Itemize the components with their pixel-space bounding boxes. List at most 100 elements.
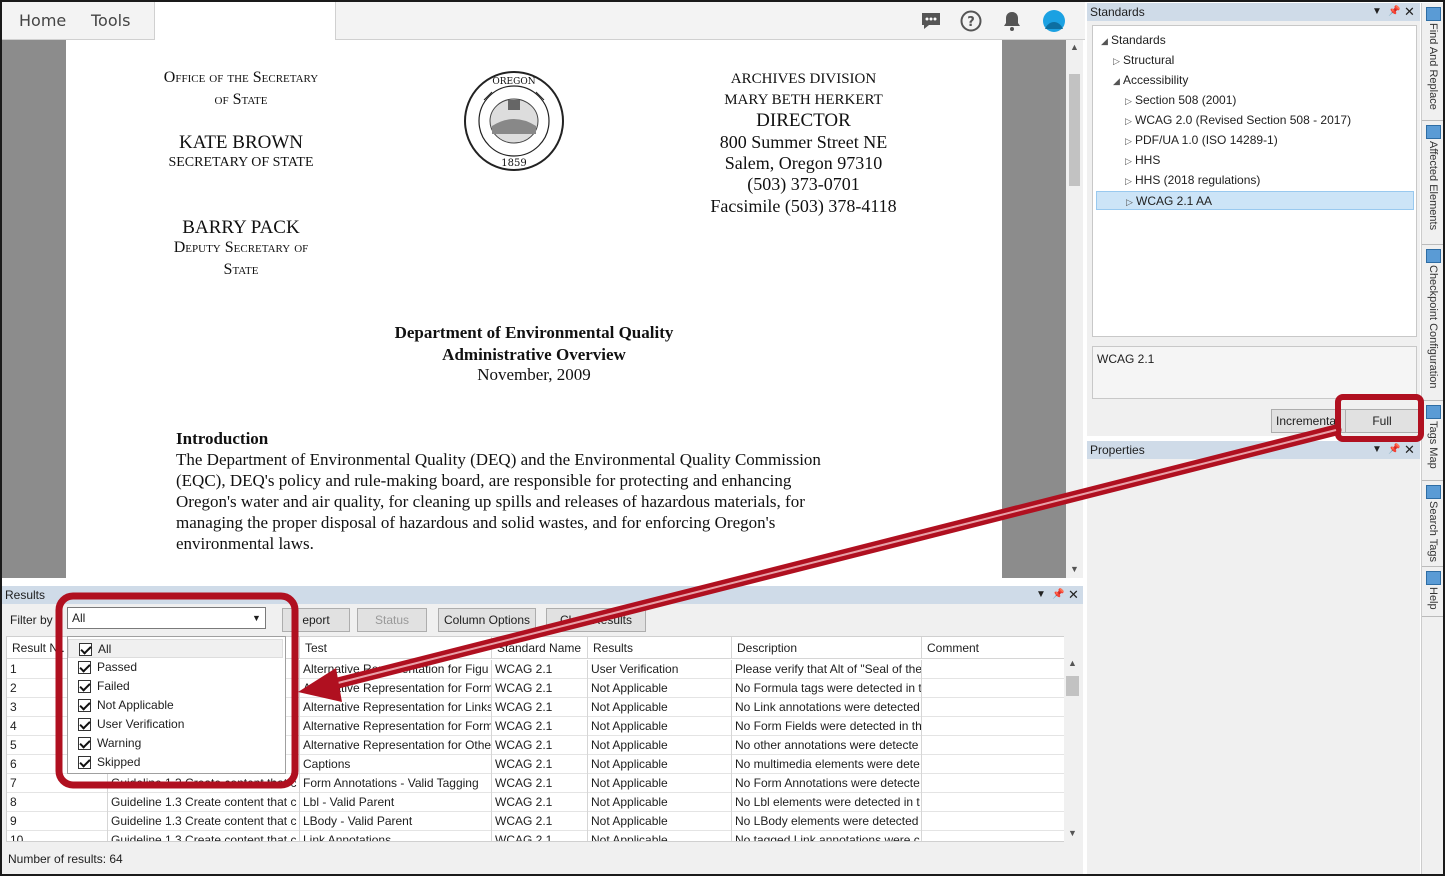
side-tab-strip: Find And Replace Affected Elements Check…	[1421, 3, 1444, 874]
side-tab-find-and-replace[interactable]: Find And Replace	[1422, 3, 1444, 121]
avatar-icon[interactable]	[1042, 9, 1066, 33]
close-icon[interactable]: ✕	[1068, 586, 1079, 604]
filter-option[interactable]: Warning	[68, 734, 283, 753]
document-viewer[interactable]: Office of the Secretary of State KATE BR…	[2, 40, 1066, 578]
side-tab-checkpoint-configuration[interactable]: Checkpoint Configuration	[1422, 245, 1444, 401]
tree-node-label: HHS (2018 regulations)	[1135, 173, 1261, 187]
results-scroll-up-icon[interactable]: ▲	[1068, 658, 1077, 668]
tab-home[interactable]: Home	[19, 2, 66, 40]
results-panel-header: Results ▼ 📌 ✕	[2, 586, 1083, 604]
expanded-arrow-icon[interactable]: ◢	[1101, 32, 1111, 51]
checkbox-checked-icon[interactable]	[78, 661, 91, 674]
report-button[interactable]: eport	[282, 608, 350, 632]
expanded-arrow-icon[interactable]: ◢	[1113, 72, 1123, 91]
side-tab-tags-map[interactable]: Tags Map	[1422, 401, 1444, 481]
properties-pin-icon[interactable]: 📌	[1388, 441, 1400, 459]
side-tab-help[interactable]: Help	[1422, 567, 1444, 617]
checkbox-checked-icon[interactable]	[78, 756, 91, 769]
tree-node[interactable]: ▷ HHS (2018 regulations)	[1125, 171, 1260, 190]
scroll-down-icon[interactable]: ▼	[1070, 564, 1079, 574]
table-cell: Not Applicable	[588, 831, 732, 841]
tree-node[interactable]: ◢ Standards	[1101, 31, 1166, 50]
properties-dropdown-icon[interactable]: ▼	[1372, 441, 1382, 459]
tree-node[interactable]: ▷ WCAG 2.1 AA	[1096, 191, 1414, 210]
standards-pin-icon[interactable]: 📌	[1388, 3, 1400, 21]
phone: (503) 373-0701	[747, 174, 860, 194]
tree-node-label: HHS	[1135, 153, 1161, 167]
scroll-up-icon[interactable]: ▲	[1070, 42, 1079, 52]
secretary-title: SECRETARY OF STATE	[168, 155, 314, 170]
tree-node[interactable]: ◢ Accessibility	[1113, 71, 1188, 90]
col-standard-name[interactable]: Standard Name	[492, 637, 588, 659]
tree-node[interactable]: ▷ PDF/UA 1.0 (ISO 14289-1)	[1125, 131, 1278, 150]
standards-dropdown-icon[interactable]: ▼	[1372, 3, 1382, 21]
filter-option[interactable]: User Verification	[68, 715, 283, 734]
full-button[interactable]: Full	[1345, 409, 1419, 433]
collapsed-arrow-icon[interactable]: ▷	[1126, 193, 1136, 212]
collapsed-arrow-icon[interactable]: ▷	[1125, 112, 1135, 131]
filter-option[interactable]: All	[68, 639, 283, 658]
status-button[interactable]: Status	[357, 608, 427, 632]
tab-tools[interactable]: Tools	[91, 2, 130, 40]
side-tab-affected-elements[interactable]: Affected Elements	[1422, 121, 1444, 245]
column-options-button[interactable]: Column Options	[438, 608, 536, 632]
standards-tree[interactable]: ◢ Standards ▷ Structural ◢ Accessibility ▷ Sect…	[1092, 25, 1417, 337]
table-row[interactable]: 10 Guideline 1.3 Create content that c Lin…	[7, 831, 1067, 841]
results-scroll-thumb[interactable]	[1066, 676, 1079, 696]
checkbox-checked-icon[interactable]	[78, 737, 91, 750]
side-tab-search-tags[interactable]: Search Tags	[1422, 481, 1444, 567]
bell-icon[interactable]	[1001, 10, 1023, 32]
table-row[interactable]: 9 Guideline 1.3 Create content that c LBod…	[7, 812, 1067, 831]
table-cell: Not Applicable	[588, 793, 732, 812]
table-cell	[922, 831, 1067, 841]
collapsed-arrow-icon[interactable]: ▷	[1125, 152, 1135, 171]
tree-node-label: Accessibility	[1123, 73, 1189, 87]
filter-option[interactable]: Passed	[68, 658, 283, 677]
col-test[interactable]: Test	[300, 637, 492, 659]
tree-node[interactable]: ▷ WCAG 2.0 (Revised Section 508 - 2017)	[1125, 111, 1351, 130]
collapsed-arrow-icon[interactable]: ▷	[1125, 132, 1135, 151]
checkbox-checked-icon[interactable]	[78, 718, 91, 731]
table-cell: Not Applicable	[588, 698, 732, 717]
tree-node-label: PDF/UA 1.0 (ISO 14289-1)	[1135, 133, 1278, 147]
tree-node[interactable]: ▷ HHS	[1125, 151, 1160, 170]
dropdown-icon[interactable]: ▼	[1036, 586, 1046, 604]
filter-option[interactable]: Not Applicable	[68, 696, 283, 715]
filter-option[interactable]: Failed	[68, 677, 283, 696]
document-scroll-thumb[interactable]	[1069, 74, 1080, 186]
results-scrollbar[interactable]: ▲ ▼	[1064, 636, 1081, 842]
checkbox-checked-icon[interactable]	[79, 643, 92, 656]
filter-select[interactable]: All ▼	[67, 607, 266, 629]
chat-icon[interactable]	[920, 10, 942, 32]
filter-option[interactable]: Skipped	[68, 753, 283, 772]
results-scroll-down-icon[interactable]: ▼	[1068, 828, 1077, 838]
col-results[interactable]: Results	[588, 637, 732, 659]
table-row[interactable]: 8 Guideline 1.3 Create content that c Lbl …	[7, 793, 1067, 812]
standards-close-icon[interactable]: ✕	[1404, 3, 1415, 21]
properties-close-icon[interactable]: ✕	[1404, 441, 1415, 459]
collapsed-arrow-icon[interactable]: ▷	[1113, 52, 1123, 71]
incremental-button[interactable]: Incremental	[1271, 409, 1351, 433]
collapsed-arrow-icon[interactable]: ▷	[1125, 92, 1135, 111]
col-description[interactable]: Description	[732, 637, 922, 659]
tree-node[interactable]: ▷ Section 508 (2001)	[1125, 91, 1236, 110]
pin-icon[interactable]: 📌	[1052, 586, 1064, 604]
doc-title-2: Administrative Overview	[442, 345, 626, 364]
document-tab[interactable]	[154, 2, 336, 41]
checkbox-checked-icon[interactable]	[78, 699, 91, 712]
checkbox-checked-icon[interactable]	[78, 680, 91, 693]
col-comment[interactable]: Comment	[922, 637, 1067, 659]
table-cell: Alternative Representation for Form	[300, 717, 492, 736]
table-cell: No LBody elements were detected	[732, 812, 922, 831]
collapsed-arrow-icon[interactable]: ▷	[1125, 172, 1135, 191]
table-cell	[922, 698, 1067, 717]
clear-results-button[interactable]: Clear Results	[546, 608, 646, 632]
chevron-down-icon[interactable]: ▼	[252, 608, 261, 628]
tree-node[interactable]: ▷ Structural	[1113, 51, 1174, 70]
document-scrollbar[interactable]: ▲ ▼	[1066, 40, 1083, 578]
help-icon[interactable]: ?	[960, 10, 982, 32]
table-cell	[922, 660, 1067, 679]
standard-description: WCAG 2.1	[1092, 346, 1417, 399]
table-row[interactable]: 7 Guideline 1.3 Create content that c Form…	[7, 774, 1067, 793]
director-name: MARY BETH HERKERT	[724, 92, 883, 108]
